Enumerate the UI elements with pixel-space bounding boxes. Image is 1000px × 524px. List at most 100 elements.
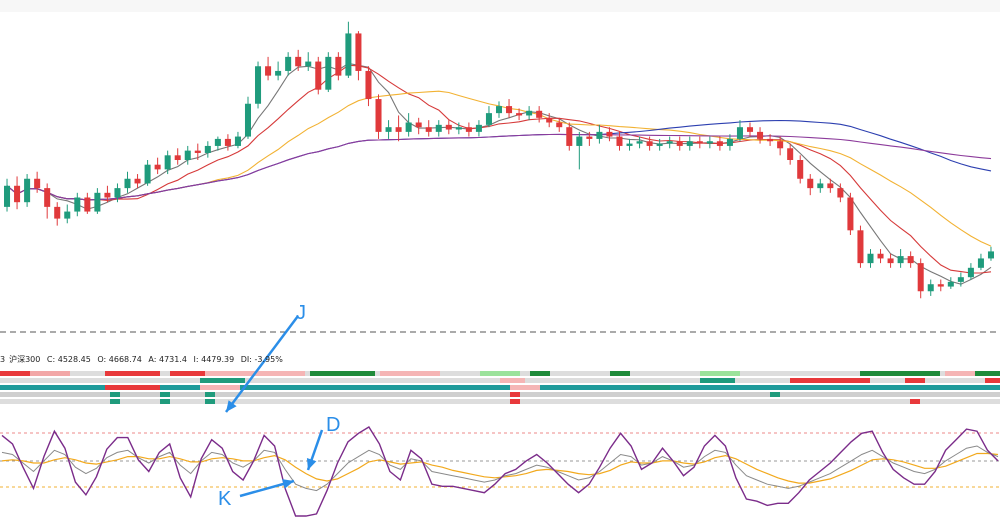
candle (84, 192, 91, 214)
candle-body (4, 185, 11, 207)
candle (295, 49, 302, 71)
candle-body (44, 188, 51, 207)
signal-cell (610, 371, 630, 376)
candle-body (656, 143, 663, 146)
candle (686, 136, 693, 151)
candle-body (475, 124, 482, 132)
candle (154, 157, 161, 175)
candle-body (385, 127, 392, 132)
candle (797, 155, 804, 184)
candle (435, 120, 442, 137)
candle-body (355, 33, 362, 71)
signal-heat-bars (0, 371, 1000, 404)
candle (857, 225, 864, 268)
candle-body (174, 155, 181, 160)
candle (305, 52, 312, 71)
candle-body (325, 56, 332, 90)
candle-body (54, 206, 61, 219)
candle-body (736, 127, 743, 139)
candle-body (84, 197, 91, 212)
candle (716, 136, 723, 151)
moving-average-lines (6, 62, 992, 285)
candle (907, 251, 914, 268)
candle (365, 66, 372, 107)
candle-body (445, 124, 452, 130)
candle (425, 120, 432, 137)
candle-body (596, 131, 603, 139)
candle-body (726, 138, 733, 146)
candle (164, 150, 171, 175)
signal-cell (530, 371, 550, 376)
candle-body (907, 256, 914, 264)
candle-body (827, 183, 834, 189)
candle-body (34, 178, 41, 189)
candle-body (526, 110, 533, 116)
ma60-line (6, 119, 992, 201)
candle (636, 136, 643, 149)
info-bar: 3 沪深300 C: 4528.45 O: 4668.74 A: 4731.4 I… (0, 354, 287, 365)
candle (526, 106, 533, 121)
candle (726, 134, 733, 151)
candle (897, 249, 904, 268)
signal-cell (160, 399, 170, 404)
candle (94, 188, 101, 214)
candle (14, 176, 21, 210)
candle-body (696, 141, 703, 144)
candle-body (214, 138, 221, 146)
signal-cell (480, 371, 520, 376)
label-k: K (218, 488, 232, 510)
signal-cell (510, 392, 520, 397)
candle (676, 136, 683, 151)
candle (224, 134, 231, 151)
candle (465, 122, 472, 137)
candle-body (184, 150, 191, 160)
candle-body (64, 211, 71, 219)
signal-cell (910, 399, 920, 404)
signal-cell (700, 378, 735, 383)
signal-cell (945, 371, 975, 376)
signal-cell (205, 399, 215, 404)
candle (666, 136, 673, 149)
signal-row (0, 399, 1000, 404)
signal-cell (380, 371, 440, 376)
candle (987, 246, 994, 261)
candle (736, 120, 743, 142)
candle (596, 124, 603, 144)
candle (696, 136, 703, 149)
candle (144, 160, 151, 186)
candle (957, 272, 964, 287)
signal-cell (0, 371, 30, 376)
candle (586, 131, 593, 146)
candle-body (395, 127, 402, 132)
candle-body (194, 150, 201, 153)
candle-body (495, 106, 503, 114)
candle (315, 56, 322, 95)
candle (626, 138, 633, 151)
candle-body (455, 127, 462, 130)
candle (74, 192, 81, 217)
candle-body (204, 145, 211, 153)
candle (746, 122, 754, 137)
info-name: 沪深300 (9, 355, 41, 364)
candle (937, 279, 944, 292)
candle-body (114, 188, 121, 198)
arrow-d-head (306, 457, 317, 470)
candle (566, 122, 573, 151)
candle-body (616, 136, 623, 146)
candle-body (757, 131, 764, 139)
kline-chart (0, 0, 1000, 517)
candle (134, 174, 141, 189)
candle-body (967, 267, 974, 278)
signal-cell (200, 385, 240, 390)
chart-screenshot: 3 沪深300 C: 4528.45 O: 4668.74 A: 4731.4 I… (0, 0, 1000, 524)
candle (214, 136, 221, 151)
candle (285, 52, 292, 76)
signal-cell (985, 378, 1000, 383)
candle (335, 52, 342, 81)
candle-body (415, 122, 422, 128)
candle (877, 249, 884, 264)
candle-body (626, 143, 633, 146)
candle (355, 31, 362, 81)
candle-body (947, 281, 954, 287)
candle (174, 148, 181, 165)
